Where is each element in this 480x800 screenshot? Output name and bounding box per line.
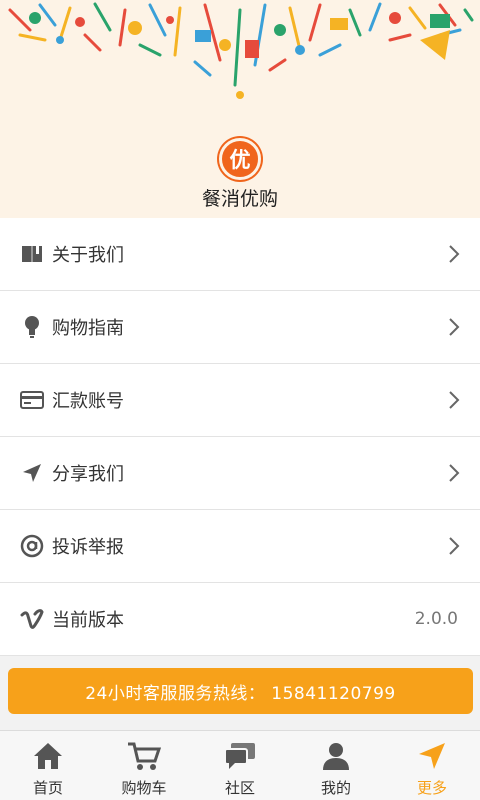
settings-menu: 关于我们 购物指南 汇款账号 分享我们 投诉举报 当前版本 2.0.0 (0, 218, 480, 656)
menu-item-about-us[interactable]: 关于我们 (0, 218, 480, 291)
menu-item-remittance-account[interactable]: 汇款账号 (0, 364, 480, 437)
vimeo-icon (20, 607, 44, 631)
menu-item-share-us[interactable]: 分享我们 (0, 437, 480, 510)
kitchen-pattern-illustration (0, 0, 480, 108)
tab-more[interactable]: 更多 (384, 731, 480, 800)
home-icon (31, 739, 65, 773)
brand-logo-badge: 优 (219, 138, 261, 180)
user-icon (319, 739, 353, 773)
chevron-right-icon (449, 391, 460, 409)
version-number: 2.0.0 (414, 609, 458, 629)
send-icon (20, 461, 44, 485)
customer-service-hotline-button[interactable]: 24小时客服服务热线： 15841120799 (8, 668, 473, 714)
cart-icon (127, 739, 161, 773)
menu-item-label: 分享我们 (52, 464, 124, 485)
tab-label: 社区 (224, 779, 255, 797)
tab-label: 首页 (32, 779, 63, 797)
menu-item-label: 投诉举报 (52, 537, 124, 558)
tab-home[interactable]: 首页 (0, 731, 96, 800)
tab-cart[interactable]: 购物车 (96, 731, 192, 800)
at-icon (20, 534, 44, 558)
tab-mine[interactable]: 我的 (288, 731, 384, 800)
tab-community[interactable]: 社区 (192, 731, 288, 800)
tab-label: 更多 (416, 779, 447, 797)
bottom-tab-bar: 首页 购物车 社区 我的 更多 (0, 730, 480, 800)
tab-label: 购物车 (121, 779, 167, 797)
brand-name: 餐消优购 (201, 188, 278, 210)
menu-item-complaint-report[interactable]: 投诉举报 (0, 510, 480, 583)
menu-item-label: 关于我们 (52, 245, 124, 266)
lightbulb-icon (20, 315, 44, 339)
book-icon (20, 242, 44, 266)
menu-item-current-version: 当前版本 2.0.0 (0, 583, 480, 656)
chevron-right-icon (449, 464, 460, 482)
chevron-right-icon (449, 318, 460, 336)
menu-item-label: 汇款账号 (52, 391, 124, 412)
credit-card-icon (20, 388, 44, 412)
tab-label: 我的 (320, 779, 351, 797)
chat-icon (223, 739, 257, 773)
menu-item-label: 当前版本 (52, 610, 124, 631)
header-banner: 优 餐消优购 (0, 0, 480, 218)
menu-item-label: 购物指南 (52, 318, 124, 339)
chevron-right-icon (449, 537, 460, 555)
chevron-right-icon (449, 245, 460, 263)
send-icon (415, 739, 449, 773)
menu-item-shopping-guide[interactable]: 购物指南 (0, 291, 480, 364)
